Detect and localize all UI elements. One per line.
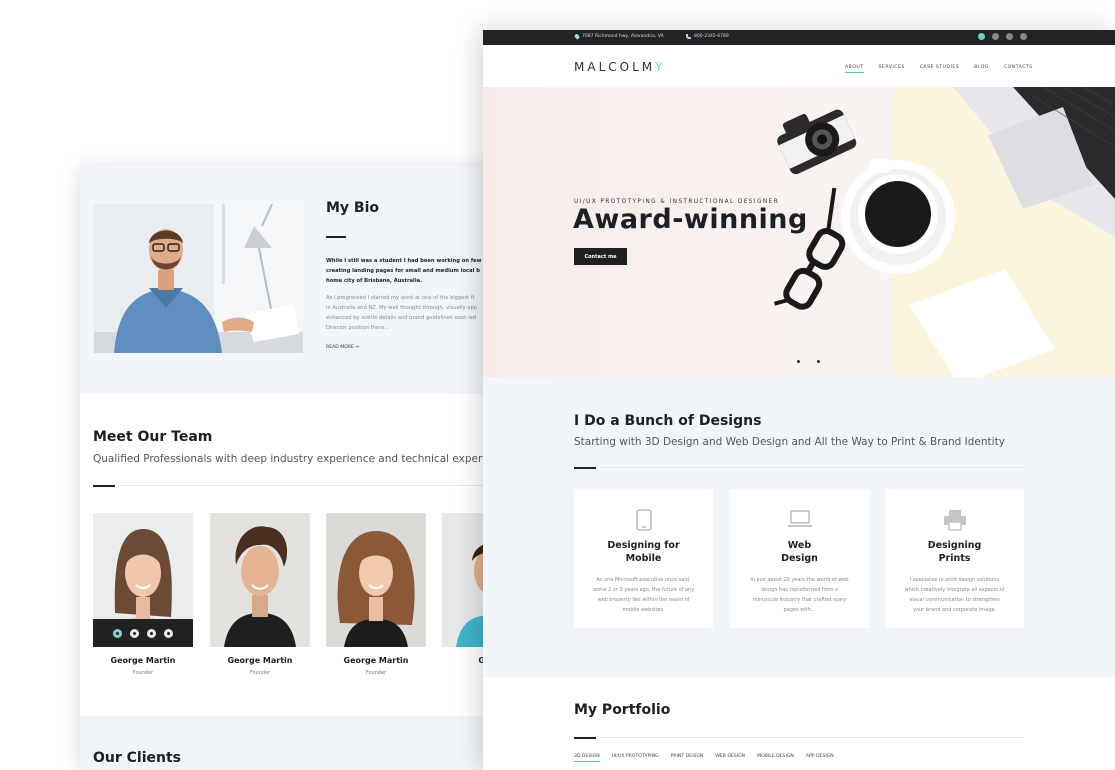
team-member-card[interactable]: George Martin Founder	[210, 513, 310, 676]
read-more-link[interactable]: READ MORE ⇒	[326, 345, 359, 350]
twitter-icon[interactable]	[992, 33, 999, 40]
service-card-title: Web Design	[781, 540, 818, 564]
twitter-icon[interactable]	[130, 628, 139, 638]
filter-print-design[interactable]: PRINT DESIGN	[671, 754, 704, 762]
service-card-prints[interactable]: Designing Prints I specialize in print d…	[885, 489, 1024, 628]
google-plus-icon[interactable]	[1006, 33, 1013, 40]
team-title: Meet Our Team	[93, 429, 213, 445]
team-member-role: Founder	[132, 670, 154, 676]
top-info-bar: 7087 Richmond hwy, Alexandria, VA 800-23…	[483, 30, 1115, 45]
team-divider	[93, 485, 115, 487]
service-card-text: In just about 20 years the world of web …	[750, 577, 849, 613]
designs-hairline	[601, 467, 1024, 468]
team-member-name: George Martin	[227, 656, 293, 665]
facebook-icon[interactable]	[113, 628, 122, 638]
nav-item-blog[interactable]: BLOG	[974, 65, 989, 73]
member-social-bar	[93, 619, 193, 647]
service-card-mobile[interactable]: Designing for Mobile As one Microsoft ex…	[574, 489, 713, 628]
front-page-preview: 7087 Richmond hwy, Alexandria, VA 800-23…	[483, 30, 1115, 770]
mobile-icon	[635, 509, 652, 531]
filter-3d-design[interactable]: 3D DESIGN	[574, 754, 600, 762]
bio-title: My Bio	[326, 200, 380, 216]
team-member-photo	[93, 513, 193, 647]
top-social-links	[978, 33, 1027, 40]
slider-dot[interactable]	[797, 360, 800, 363]
nav-item-contacts[interactable]: CONTACTS	[1004, 65, 1033, 73]
designs-divider	[574, 467, 596, 469]
location-pin-icon	[573, 33, 581, 40]
filter-web-design[interactable]: WEB DESIGN	[715, 754, 745, 762]
team-member-photo	[210, 513, 310, 647]
phone-text[interactable]: 800-2345-6789	[694, 34, 729, 39]
instagram-icon[interactable]	[1020, 33, 1027, 40]
service-card-text: I specialize in print design solutions w…	[904, 577, 1005, 613]
facebook-icon[interactable]	[978, 33, 985, 40]
coffee-cup-illustration	[841, 159, 955, 274]
laptop-illustration	[953, 87, 1115, 237]
team-member-name: George Martin	[343, 656, 409, 665]
nav-item-about[interactable]: ABOUT	[845, 65, 864, 73]
nav-item-services[interactable]: SERVICES	[879, 65, 905, 73]
team-hairline	[120, 485, 500, 486]
bio-body-text: As I progressed I started my work at one…	[326, 295, 478, 331]
site-logo[interactable]: MALCOLMY	[574, 60, 665, 74]
service-card-title: Designing for Mobile	[607, 540, 680, 564]
service-card-title: Designing Prints	[927, 540, 982, 564]
designs-subtitle: Starting with 3D Design and Web Design a…	[574, 436, 1005, 448]
portfolio-title: My Portfolio	[574, 702, 671, 718]
hero-title: Award-winning	[573, 204, 808, 235]
laptop-icon	[787, 510, 812, 527]
team-subtitle: Qualified Professionals with deep indust…	[93, 453, 500, 465]
nav-item-case-studies[interactable]: CASE STUDIES	[920, 65, 959, 73]
team-member-role: Founder	[365, 670, 387, 676]
portfolio-divider	[574, 737, 596, 739]
slider-dot[interactable]	[817, 360, 820, 363]
portfolio-hairline	[601, 737, 1024, 738]
team-member-photo	[326, 513, 426, 647]
camera-illustration	[777, 109, 857, 175]
phone-icon	[686, 34, 691, 39]
bio-photo	[94, 204, 303, 353]
team-member-card[interactable]: George Martin Founder	[93, 513, 193, 676]
instagram-icon[interactable]	[164, 628, 173, 638]
site-header: MALCOLMY ABOUT SERVICES CASE STUDIES BLO…	[483, 45, 1115, 87]
team-member-card[interactable]: George Martin Founder	[326, 513, 426, 676]
back-page-preview: My Bio While I still was a student I had…	[80, 166, 500, 770]
filter-ui-ux-prototyping[interactable]: UI/UX PROTOTYPING	[612, 754, 659, 762]
portfolio-filters: 3D DESIGN UI/UX PROTOTYPING PRINT DESIGN…	[574, 754, 834, 762]
main-nav: ABOUT SERVICES CASE STUDIES BLOG CONTACT…	[845, 65, 1033, 73]
service-card-web[interactable]: Web Design In just about 20 years the wo…	[730, 489, 869, 628]
google-plus-icon[interactable]	[147, 628, 156, 638]
paper-illustration	[909, 269, 1055, 377]
service-card-text: As one Microsoft executive once said, so…	[592, 577, 695, 613]
bio-divider	[326, 236, 346, 238]
hero-slider: UI/UX PROTOTYPING & INSTRUCTIONAL DESIGN…	[483, 87, 1115, 377]
address-text: 7087 Richmond hwy, Alexandria, VA	[582, 34, 664, 39]
team-member-name: George Martin	[110, 656, 176, 665]
designs-title: I Do a Bunch of Designs	[574, 413, 762, 429]
bio-intro-text: While I still was a student I had been w…	[326, 258, 487, 284]
filter-mobile-design[interactable]: MOBILE DESIGN	[757, 754, 794, 762]
contact-me-button[interactable]: Contact me	[574, 248, 627, 265]
team-member-role: Founder	[249, 670, 271, 676]
filter-app-design[interactable]: APP DESIGN	[806, 754, 834, 762]
clients-title: Our Clients	[93, 750, 182, 766]
printer-icon	[943, 510, 966, 531]
